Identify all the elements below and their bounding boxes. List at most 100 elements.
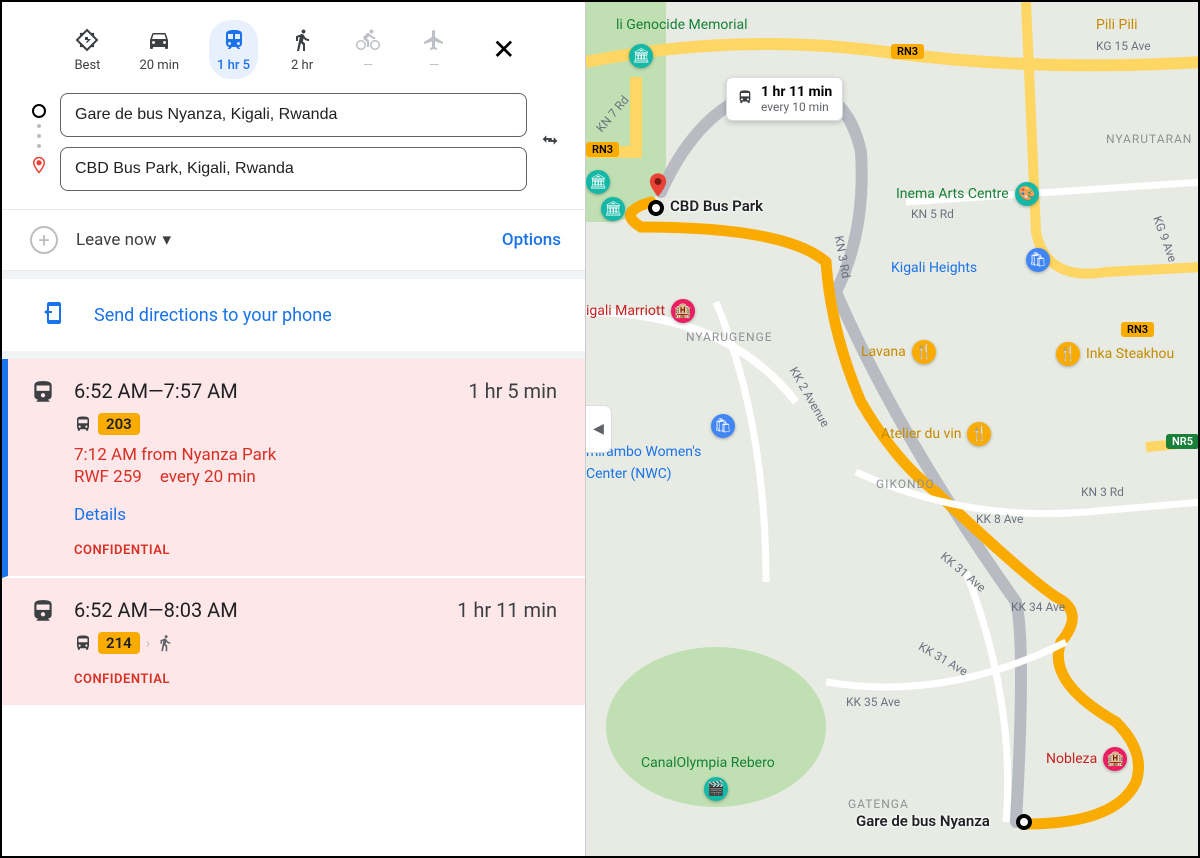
leave-label: Leave now [76, 230, 157, 250]
route-1-confidential: CONFIDENTIAL [74, 543, 450, 558]
mode-walk-label: 2 hr [291, 58, 313, 73]
mode-best-label: Best [74, 58, 100, 73]
start-dot-icon [32, 104, 46, 118]
send-label: Send directions to your phone [94, 305, 332, 326]
bubble-freq: every 10 min [761, 100, 832, 114]
mode-bike[interactable]: — [346, 20, 390, 79]
mode-transit[interactable]: 1 hr 5 [209, 20, 258, 79]
mode-selector: Best 20 min 1 hr 5 2 hr — — ✕ [2, 2, 585, 87]
add-stop-button[interactable]: + [30, 226, 58, 254]
poi-inka[interactable]: 🍴Inka Steakhou [1056, 342, 1174, 366]
swap-button[interactable] [539, 129, 561, 155]
route-1-details[interactable]: Details [74, 505, 450, 525]
route-option-1[interactable]: 6:52 AM—7:57 AM 203 7:12 AM from Nyanza … [2, 359, 585, 578]
endpoints [2, 87, 585, 209]
hood-nyarutaran: NYARUTARAN [1106, 132, 1192, 146]
road-kk8: KK 8 Ave [976, 512, 1023, 526]
mid-dot-icon [37, 144, 41, 148]
car-icon [145, 26, 173, 54]
chevron-right-icon: › [146, 634, 151, 652]
poi-genocide-pin[interactable]: 🏛 [629, 44, 653, 68]
museum-icon: 🏛 [629, 44, 653, 68]
mid-dot-icon [37, 134, 41, 138]
endpoint-dots [30, 104, 48, 180]
poi-heights[interactable]: Kigali Heights [891, 260, 977, 276]
road-kn5: KN 5 Rd [911, 207, 954, 221]
collapse-panel-button[interactable]: ◀ [586, 405, 612, 453]
mode-car[interactable]: 20 min [131, 20, 187, 79]
destination-marker [648, 200, 664, 216]
route-2-confidential: CONFIDENTIAL [74, 672, 439, 687]
destination-input[interactable] [60, 147, 527, 191]
walk-icon [156, 634, 174, 652]
poi-nwc-pin[interactable]: 🛍 [711, 414, 735, 438]
destination-label: CBD Bus Park [670, 197, 763, 215]
map-canvas[interactable]: 1 hr 11 minevery 10 min CBD Bus Park Gar… [586, 2, 1198, 856]
route-1-from: 7:12 AM from Nyanza Park [74, 445, 450, 465]
mode-walk[interactable]: 2 hr [280, 20, 324, 79]
chevron-down-icon: ▾ [163, 230, 172, 250]
bike-icon [354, 26, 382, 54]
mode-plane-label: — [429, 58, 439, 73]
send-to-phone-row[interactable]: Send directions to your phone [2, 271, 585, 359]
route-1-timespan: 6:52 AM—7:57 AM [74, 379, 450, 403]
poi-museum-1[interactable]: 🏛 [586, 170, 610, 194]
mode-plane[interactable]: — [412, 20, 456, 79]
road-kk34: KK 34 Ave [1011, 600, 1065, 614]
bubble-time: 1 hr 11 min [761, 84, 832, 100]
walk-icon [288, 26, 316, 54]
poi-pili[interactable]: Pili Pili [1096, 17, 1138, 33]
road-kn3b: KN 3 Rd [1081, 485, 1124, 499]
mode-bike-label: — [363, 58, 373, 73]
hotel-icon: 🏨 [1103, 747, 1127, 771]
send-to-phone-icon [42, 301, 66, 329]
mid-dot-icon [37, 124, 41, 128]
poi-atelier[interactable]: Atelier du vin🍴 [881, 422, 991, 446]
bus-chip: 203 [98, 413, 140, 435]
poi-lavana[interactable]: Lavana🍴 [861, 340, 936, 364]
poi-nobleza[interactable]: Nobleza🏨 [1046, 747, 1127, 771]
depart-time-dropdown[interactable]: Leave now ▾ [76, 230, 171, 250]
road-kk35: KK 35 Ave [846, 695, 900, 709]
mode-car-label: 20 min [139, 58, 179, 73]
poi-canal[interactable]: CanalOlympia Rebero [641, 755, 775, 771]
best-icon [73, 26, 101, 54]
poi-canal-pin[interactable]: 🎬 [704, 777, 728, 801]
restaurant-icon: 🍴 [1056, 342, 1080, 366]
hotel-icon: 🏨 [671, 299, 695, 323]
endpoint-fields [60, 93, 527, 191]
origin-input[interactable] [60, 93, 527, 137]
route-1-fare: RWF 259every 20 min [74, 467, 450, 487]
hood-gikondo: GIKONDO [876, 477, 935, 491]
route-2-duration: 1 hr 11 min [457, 598, 557, 622]
route-2-timespan: 6:52 AM—8:03 AM [74, 598, 439, 622]
bus-chip: 214 [98, 632, 140, 654]
route-time-bubble[interactable]: 1 hr 11 minevery 10 min [726, 77, 843, 121]
hood-nyarugenge: NYARUGENGE [686, 330, 773, 344]
poi-inema[interactable]: Inema Arts Centre🎨 [896, 182, 1039, 206]
art-icon: 🎨 [1015, 182, 1039, 206]
poi-genocide[interactable]: li Genocide Memorial [616, 17, 748, 33]
shop-icon: 🛍 [1026, 248, 1050, 272]
poi-marriott[interactable]: igali Marriott🏨 [586, 299, 695, 323]
shop-icon: 🛍 [711, 414, 735, 438]
museum-icon: 🏛 [586, 170, 610, 194]
origin-marker [1016, 814, 1032, 830]
app-root: Best 20 min 1 hr 5 2 hr — — ✕ [2, 2, 1198, 856]
directions-panel: Best 20 min 1 hr 5 2 hr — — ✕ [2, 2, 586, 856]
bus-icon [74, 415, 92, 433]
end-pin-icon [30, 154, 48, 180]
fare-freq: every 20 min [160, 467, 256, 487]
poi-heights-pin[interactable]: 🛍 [1026, 248, 1050, 272]
route-1-duration: 1 hr 5 min [468, 379, 557, 403]
train-icon [30, 379, 56, 409]
close-button[interactable]: ✕ [486, 33, 521, 66]
cinema-icon: 🎬 [704, 777, 728, 801]
route-option-2[interactable]: 6:52 AM—8:03 AM 214 › CONFIDENTIAL 1 hr … [2, 578, 585, 707]
mode-best[interactable]: Best [65, 20, 109, 79]
poi-museum-2[interactable]: 🏛 [601, 197, 625, 221]
train-icon [30, 598, 56, 628]
shield-rn3b: RN3 [586, 142, 619, 157]
options-link[interactable]: Options [502, 230, 561, 250]
map-content: 1 hr 11 minevery 10 min CBD Bus Park Gar… [586, 2, 1198, 856]
